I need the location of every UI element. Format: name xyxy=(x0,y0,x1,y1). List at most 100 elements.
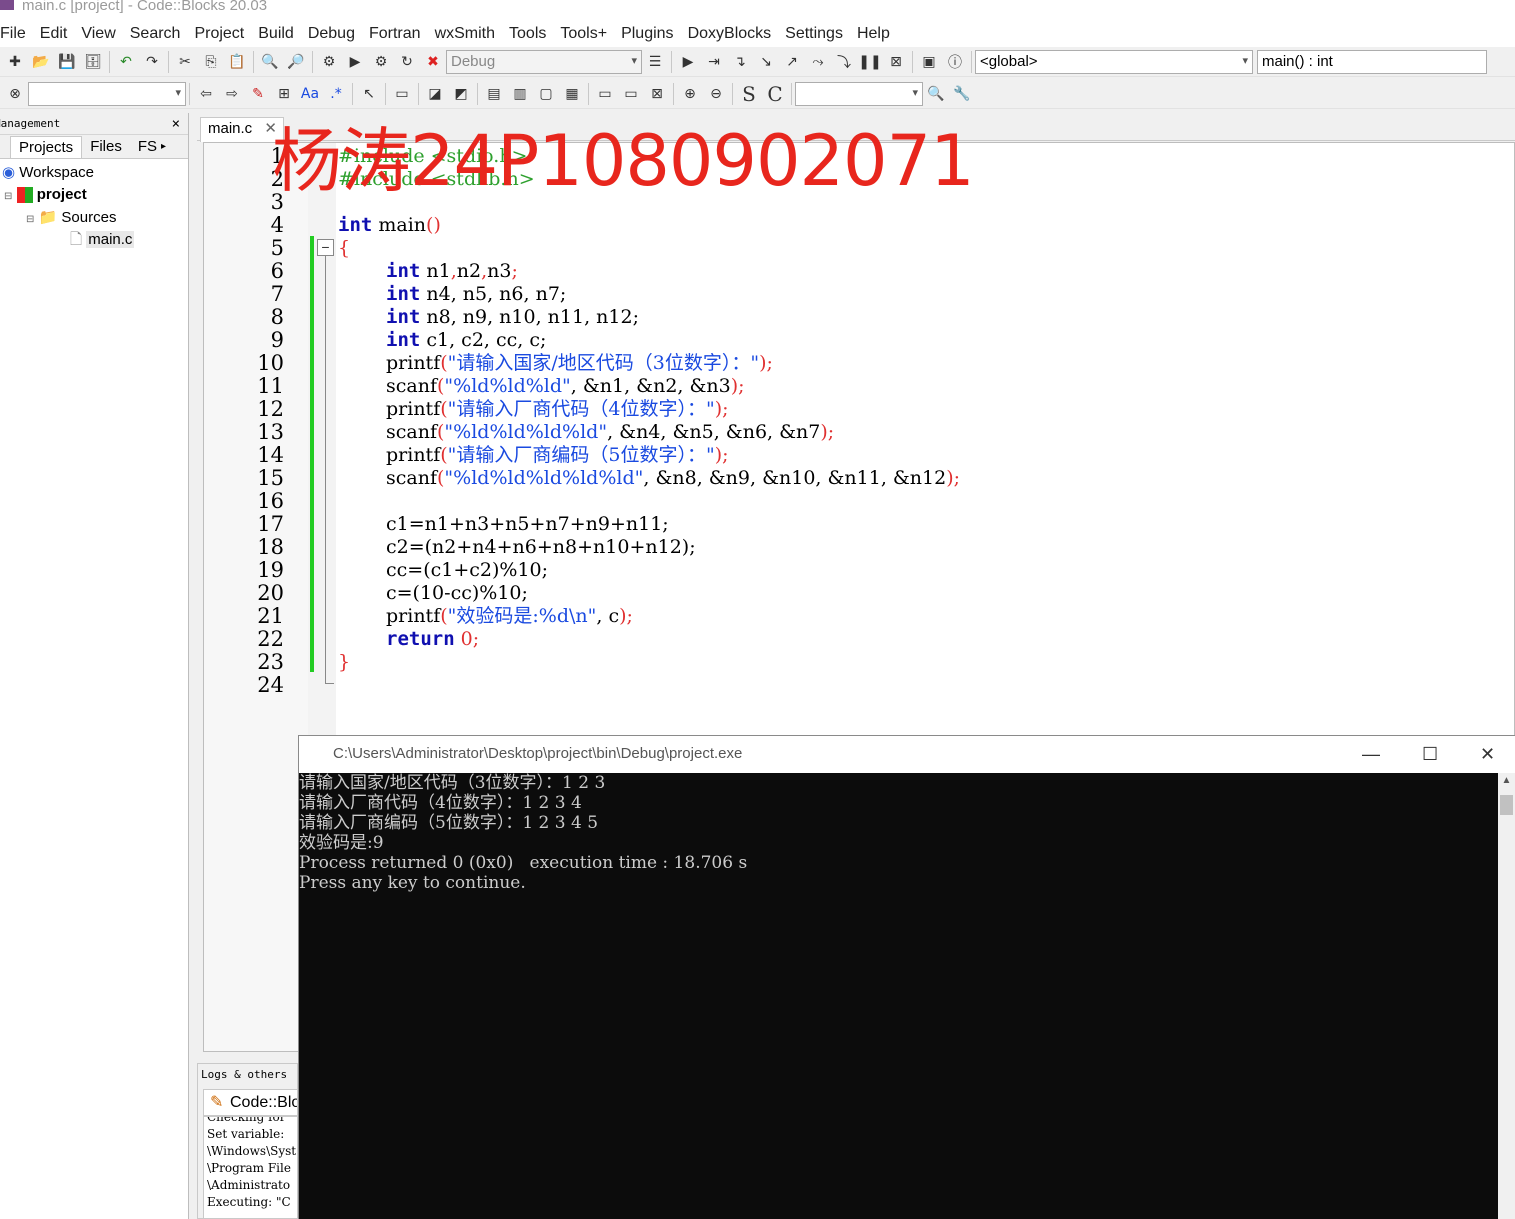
menu-project[interactable]: Project xyxy=(187,25,251,43)
shape-b-icon[interactable]: ▭ xyxy=(620,83,642,105)
find-icon[interactable]: 🔍 xyxy=(259,51,281,73)
debug-windows-icon[interactable]: ▣ xyxy=(918,51,940,73)
scope-select[interactable]: <global> ▾ xyxy=(975,49,1253,74)
block-icon[interactable]: ▤ xyxy=(483,83,505,105)
step-into-icon[interactable]: ↘ xyxy=(755,51,777,73)
abort-icon[interactable]: ✖ xyxy=(422,51,444,73)
debug-start-icon[interactable]: ▶ xyxy=(677,51,699,73)
maximize-icon[interactable]: ☐ xyxy=(1422,736,1438,773)
save-all-icon[interactable]: 🗄 xyxy=(82,51,104,73)
wrench-icon[interactable]: 🔧 xyxy=(951,83,973,105)
paste-icon[interactable]: 📋 xyxy=(226,51,248,73)
log-tab-codeblocks[interactable]: ✎ Code::Blocks xyxy=(203,1089,298,1116)
pause-icon[interactable]: ❚❚ xyxy=(858,51,881,73)
c-letter-icon[interactable]: C xyxy=(764,82,786,106)
back-arrow-icon[interactable]: ⇦ xyxy=(195,83,217,105)
rebuild-icon[interactable]: ↻ xyxy=(396,51,418,73)
module-icon[interactable]: ▦ xyxy=(561,83,583,105)
forward-arrow-icon[interactable]: ⇨ xyxy=(221,83,243,105)
next-line-icon[interactable]: ↴ xyxy=(729,51,751,73)
tree-item-sources[interactable]: ⊟ 📁 Sources xyxy=(26,207,116,229)
highlight-icon[interactable]: ✎ xyxy=(247,83,269,105)
shape-a-icon[interactable]: ▭ xyxy=(594,83,616,105)
pointer-icon[interactable]: ↖ xyxy=(358,83,380,105)
run-to-cursor-icon[interactable]: ⇥ xyxy=(703,51,725,73)
s-letter-icon[interactable]: S xyxy=(738,82,760,106)
tree-item-main-c[interactable]: 🗋 main.c xyxy=(70,229,135,251)
window-title-bar: main.c [project] - Code::Blocks 20.03 xyxy=(0,0,1515,20)
menu-help[interactable]: Help xyxy=(850,25,897,43)
collapse-toggle-icon[interactable]: ⊟ xyxy=(26,214,34,225)
menu-build[interactable]: Build xyxy=(251,25,301,43)
clear-search-icon[interactable]: ⊗ xyxy=(4,83,26,105)
menu-debug[interactable]: Debug xyxy=(301,25,362,43)
fold-toggle-icon[interactable]: − xyxy=(317,239,334,256)
function-call: scanf xyxy=(386,421,437,443)
menu-view[interactable]: View xyxy=(74,25,122,43)
tab-scroll-right-icon[interactable]: ▸ xyxy=(159,136,168,158)
scrollbar-thumb[interactable] xyxy=(1500,795,1513,815)
keyword: int xyxy=(386,329,421,351)
chevron-down-icon: ▾ xyxy=(631,54,637,67)
step-out-icon[interactable]: ↗ xyxy=(781,51,803,73)
cut-icon[interactable]: ✂ xyxy=(174,51,196,73)
menu-settings[interactable]: Settings xyxy=(778,25,850,43)
redo-icon[interactable]: ↷ xyxy=(141,51,163,73)
menu-edit[interactable]: Edit xyxy=(33,25,75,43)
copy-icon[interactable]: ⎘ xyxy=(200,51,222,73)
open-file-icon[interactable]: 📂 xyxy=(30,51,52,73)
scroll-up-icon[interactable]: ▲ xyxy=(1498,775,1515,793)
rectangle-icon[interactable]: ▭ xyxy=(391,83,413,105)
branch-icon[interactable]: ◩ xyxy=(450,83,472,105)
menu-plugins[interactable]: Plugins xyxy=(614,25,680,43)
function-select[interactable]: main() : int xyxy=(1257,49,1487,74)
zoom-in-icon[interactable]: ⊕ xyxy=(679,83,701,105)
minimize-icon[interactable]: — xyxy=(1362,736,1380,773)
undo-icon[interactable]: ↶ xyxy=(115,51,137,73)
identifier: n3 xyxy=(487,260,512,282)
tree-item-project[interactable]: ⊟ project xyxy=(4,184,87,206)
codeblocks-app-icon xyxy=(0,0,14,10)
close-icon[interactable]: × xyxy=(172,113,180,135)
console-scrollbar[interactable] xyxy=(1498,773,1515,1219)
match-case-icon[interactable]: Aa xyxy=(299,83,321,105)
menu-fortran[interactable]: Fortran xyxy=(362,25,428,43)
frame-icon[interactable]: ▢ xyxy=(535,83,557,105)
menu-tools[interactable]: Tools xyxy=(502,25,553,43)
save-icon[interactable]: 💾 xyxy=(56,51,78,73)
quick-search-input[interactable]: ▾ xyxy=(28,81,186,106)
run-icon[interactable]: ▶ xyxy=(344,51,366,73)
next-instruction-icon[interactable]: ⤳ xyxy=(807,51,829,73)
decision-icon[interactable]: ◪ xyxy=(424,83,446,105)
build-target-select[interactable]: Debug ▾ xyxy=(446,49,642,74)
menu-doxyblocks[interactable]: DoxyBlocks xyxy=(681,25,779,43)
show-target-dialog-icon[interactable]: ☰ xyxy=(644,51,666,73)
step-instruction-icon[interactable]: ⤵ xyxy=(833,51,855,73)
regex-icon[interactable]: .* xyxy=(325,83,347,105)
replace-icon[interactable]: 🔎 xyxy=(285,51,307,73)
number-literal: 0 xyxy=(454,628,473,650)
search-symbol-icon[interactable]: 🔍 xyxy=(925,83,947,105)
tab-fs[interactable]: FS xyxy=(130,136,159,158)
stop-debug-icon[interactable]: ⊠ xyxy=(885,51,907,73)
build-run-icon[interactable]: ⚙ xyxy=(370,51,392,73)
new-file-icon[interactable]: ✚ xyxy=(4,51,26,73)
menu-file[interactable]: File xyxy=(0,25,33,43)
symbol-search-input[interactable]: ▾ xyxy=(795,81,923,106)
console-output[interactable]: 请输入国家/地区代码（3位数字）：1 2 3 请输入厂商代码（4位数字）：1 2… xyxy=(299,773,1498,1219)
build-gear-icon[interactable]: ⚙ xyxy=(318,51,340,73)
shape-c-icon[interactable]: ⊠ xyxy=(646,83,668,105)
menu-wxsmith[interactable]: wxSmith xyxy=(428,25,502,43)
info-icon[interactable]: ⓘ xyxy=(944,51,966,73)
zoom-out-icon[interactable]: ⊖ xyxy=(705,83,727,105)
tab-files[interactable]: Files xyxy=(82,136,130,158)
collapse-toggle-icon[interactable]: ⊟ xyxy=(4,191,12,202)
loop-icon[interactable]: ▥ xyxy=(509,83,531,105)
close-icon[interactable]: ✕ xyxy=(1480,736,1495,773)
menu-tools-plus[interactable]: Tools+ xyxy=(553,25,614,43)
tree-item-workspace[interactable]: ◉ Workspace xyxy=(2,162,94,184)
selection-icon[interactable]: ⊞ xyxy=(273,83,295,105)
menu-search[interactable]: Search xyxy=(123,25,188,43)
tab-projects[interactable]: Projects xyxy=(10,136,83,158)
punctuation: ; xyxy=(472,628,480,650)
